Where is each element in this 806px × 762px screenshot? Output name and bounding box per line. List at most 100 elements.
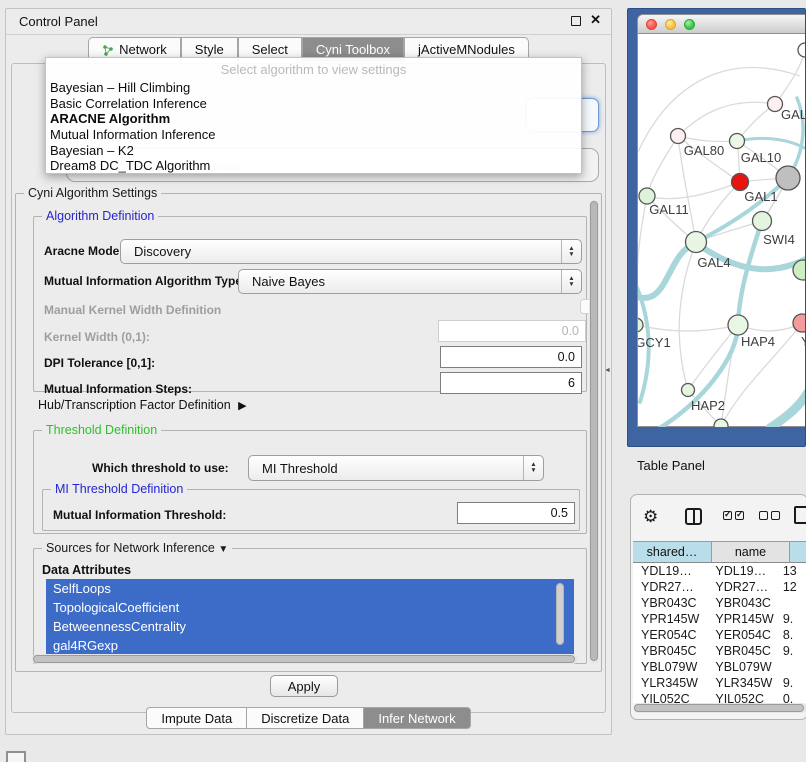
bottom-tab-discretize-data[interactable]: Discretize Data — [246, 707, 363, 729]
network-edge[interactable] — [638, 325, 738, 331]
aracne-mode-combo[interactable]: Discovery ▲▼ — [120, 239, 582, 264]
network-edge[interactable] — [770, 392, 806, 427]
table-row[interactable]: YLR345WYLR345W9. — [633, 675, 806, 691]
splitter-grip-icon[interactable]: ◄ — [604, 367, 611, 374]
table-row[interactable]: YDL19…YDL19…13 — [633, 563, 806, 579]
settings-hscrollbar[interactable] — [32, 654, 578, 664]
column-header[interactable]: shared… — [633, 542, 712, 562]
network-node[interactable] — [730, 134, 745, 149]
table-cell: YLR345W — [707, 675, 780, 691]
table-cell: YBR043C — [633, 595, 707, 611]
float-window-icon[interactable] — [571, 16, 581, 26]
column-header[interactable] — [790, 542, 806, 562]
data-attributes-label: Data Attributes — [42, 563, 131, 577]
table-cell: YIL052C — [633, 691, 707, 703]
dropdown-item[interactable]: Basic Correlation Inference — [46, 96, 581, 112]
table-hscrollbar[interactable] — [633, 703, 806, 713]
select-all-checkboxes-icon[interactable] — [723, 511, 744, 520]
which-threshold-combo[interactable]: MI Threshold ▲▼ — [248, 455, 544, 481]
attribute-list-scrollbar[interactable] — [555, 583, 565, 653]
gear-icon[interactable]: ⚙ — [643, 507, 658, 527]
sources-group: Sources for Network Inference ▼ Data Att… — [33, 548, 587, 664]
mi-steps-field[interactable]: 6 — [440, 372, 582, 394]
dpi-tolerance-field[interactable]: 0.0 — [440, 346, 582, 368]
network-edge[interactable] — [647, 136, 678, 196]
close-traffic-light-icon[interactable] — [646, 19, 657, 30]
node-label: GAL4 — [697, 255, 730, 270]
network-canvas[interactable]: GALGAL80GAL10GAL1GAL11SWI4GAL4GCY1HAP4YH… — [638, 34, 806, 427]
attribute-item[interactable]: BetweennessCentrality — [46, 617, 574, 636]
dropdown-item[interactable]: ARACNE Algorithm — [46, 111, 581, 127]
dropdown-item[interactable]: Dream8 DC_TDC Algorithm — [46, 158, 581, 174]
network-node[interactable] — [638, 318, 643, 332]
network-node[interactable] — [682, 384, 695, 397]
hub-section-label[interactable]: Hub/Transcription Factor Definition ▶ — [38, 398, 243, 412]
network-node[interactable] — [714, 419, 728, 427]
tab-label: Network — [119, 42, 167, 57]
close-icon[interactable]: ✕ — [590, 12, 601, 28]
dropdown-item[interactable]: Bayesian – K2 — [46, 142, 581, 158]
node-label: GAL80 — [684, 143, 724, 158]
column-header[interactable]: name — [712, 542, 790, 562]
collapse-right-icon[interactable]: ▶ — [238, 400, 246, 412]
collapsed-panel-icon[interactable] — [6, 751, 26, 762]
table-cell: YLR345W — [633, 675, 707, 691]
bottom-tab-impute-data[interactable]: Impute Data — [146, 707, 246, 729]
network-edge[interactable] — [638, 196, 647, 302]
table-row[interactable]: YBR043CYBR043C — [633, 595, 806, 611]
table-row[interactable]: YBL079WYBL079W — [633, 659, 806, 675]
bottom-tab-infer-network[interactable]: Infer Network — [363, 707, 470, 729]
mi-steps-value: 6 — [568, 376, 575, 390]
mi-threshold-field[interactable]: 0.5 — [457, 502, 575, 524]
table-row[interactable]: YPR145WYPR145W9. — [633, 611, 806, 627]
table-row[interactable]: YBR045CYBR045C9. — [633, 643, 806, 659]
collapse-down-icon[interactable]: ▼ — [218, 544, 228, 555]
dropdown-item[interactable]: Mutual Information Inference — [46, 127, 581, 143]
network-node[interactable] — [753, 212, 772, 231]
zoom-traffic-light-icon[interactable] — [684, 19, 695, 30]
node-label: HAP2 — [691, 398, 725, 413]
table-cell: YER054C — [707, 627, 780, 643]
table-cell: YPR145W — [633, 611, 707, 627]
network-edge[interactable] — [678, 136, 737, 141]
table-cell: YDR27… — [633, 579, 707, 595]
manual-kernel-label: Manual Kernel Width Definition — [44, 303, 221, 317]
network-node[interactable] — [793, 314, 806, 332]
dropdown-item[interactable]: Bayesian – Hill Climbing — [46, 80, 581, 96]
table-row[interactable]: YER054CYER054C8. — [633, 627, 806, 643]
network-window-titlebar[interactable] — [638, 15, 806, 34]
minimize-traffic-light-icon[interactable] — [665, 19, 676, 30]
tab-label: Style — [195, 42, 224, 57]
table-row[interactable]: YDR27…YDR27…12 — [633, 579, 806, 595]
network-node[interactable] — [686, 232, 707, 253]
cyni-settings-legend: Cyni Algorithm Settings — [24, 186, 161, 200]
attribute-item[interactable]: TopologicalCoefficient — [46, 598, 574, 617]
document-icon[interactable] — [794, 506, 806, 524]
network-node[interactable] — [732, 174, 749, 191]
network-node[interactable] — [776, 166, 800, 190]
table-cell: 0. — [781, 691, 806, 703]
settings-vscrollbar[interactable] — [589, 200, 599, 664]
network-edge[interactable] — [738, 221, 762, 325]
network-node[interactable] — [728, 315, 748, 335]
bottom-tabbar: Impute DataDiscretize DataInfer Network — [6, 707, 611, 729]
network-edge[interactable] — [696, 182, 740, 242]
table-panel-title: Table Panel — [637, 458, 705, 473]
attribute-item[interactable]: gal4RGexp — [46, 636, 574, 655]
network-edge[interactable] — [679, 242, 696, 390]
node-label: SWI4 — [763, 232, 795, 247]
network-edge[interactable] — [775, 50, 805, 104]
table-row[interactable]: YIL052CYIL052C0. — [633, 691, 806, 703]
network-node[interactable] — [671, 129, 686, 144]
column-layout-icon[interactable] — [685, 508, 702, 525]
network-node[interactable] — [798, 43, 806, 57]
apply-button[interactable]: Apply — [270, 675, 338, 697]
table-cell — [781, 595, 806, 611]
table-cell: 8. — [781, 627, 806, 643]
attribute-item[interactable]: SelfLoops — [46, 579, 574, 598]
deselect-all-checkboxes-icon[interactable] — [759, 511, 780, 520]
network-edge[interactable] — [678, 102, 775, 136]
mi-type-combo[interactable]: Naive Bayes ▲▼ — [238, 269, 582, 294]
node-label: GCY1 — [638, 335, 671, 350]
kernel-width-field[interactable]: 0.0 — [438, 320, 586, 342]
